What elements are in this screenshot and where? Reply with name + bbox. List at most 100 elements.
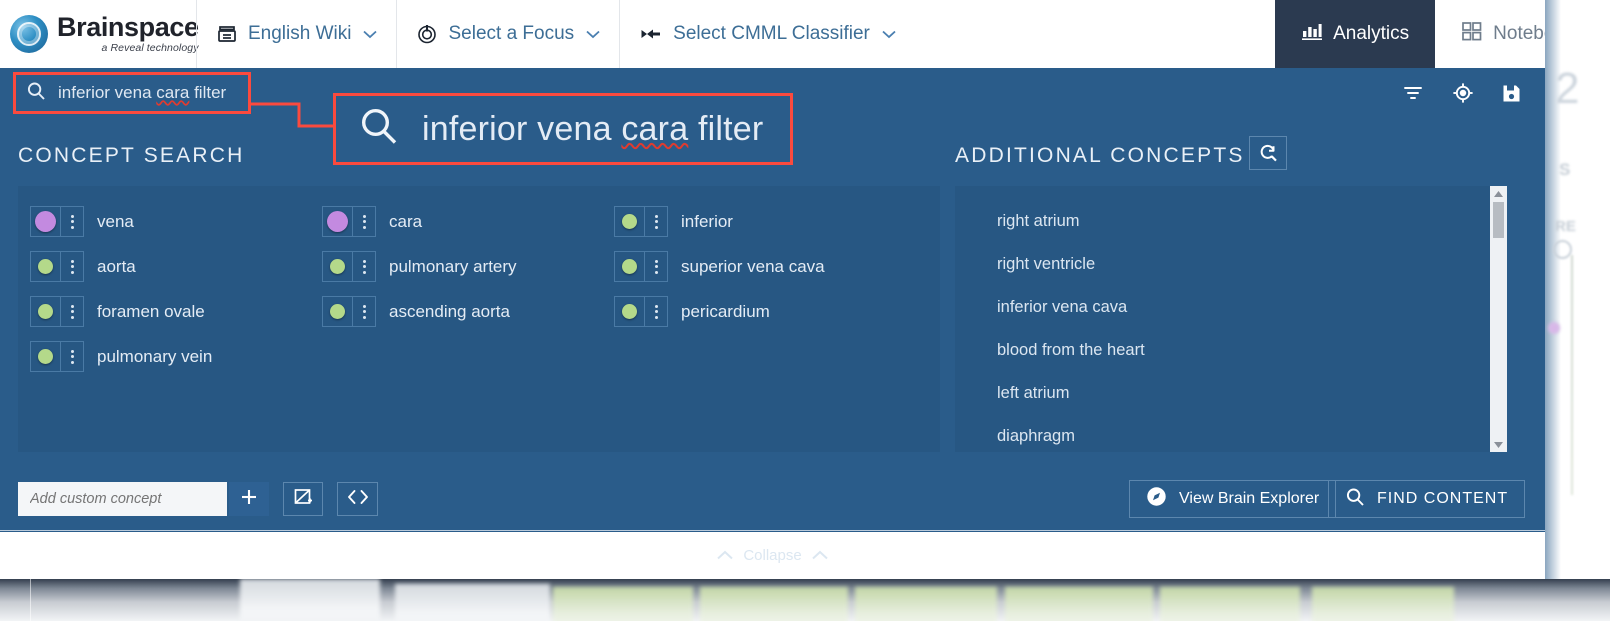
concept-menu-icon[interactable] xyxy=(353,214,375,229)
find-content-button[interactable]: FIND CONTENT xyxy=(1328,480,1526,518)
concept-menu-icon[interactable] xyxy=(645,304,667,319)
concept-menu-icon[interactable] xyxy=(61,349,83,364)
strip-bar xyxy=(1312,587,1454,621)
nav-dataset-label: English Wiki xyxy=(248,23,352,44)
concept-chip-control[interactable] xyxy=(30,341,84,372)
concept-chip-control[interactable] xyxy=(614,296,668,327)
callout-text-part2: filter xyxy=(688,109,764,148)
tab-analytics-label: Analytics xyxy=(1333,23,1410,44)
concept-chip[interactable]: aorta xyxy=(30,251,322,282)
concept-chip-grid: vena cara inferior aorta pulmonary arter… xyxy=(18,186,940,372)
right-panel-circle-marker xyxy=(1553,240,1572,259)
list-item[interactable]: right ventricle xyxy=(997,243,1507,286)
strip-divider xyxy=(30,579,31,621)
concept-menu-icon[interactable] xyxy=(61,214,83,229)
concept-color-dot-cell[interactable] xyxy=(31,211,60,232)
concept-color-dot-cell[interactable] xyxy=(615,214,644,229)
search-value-part2: filter xyxy=(189,83,227,102)
concept-chip-control[interactable] xyxy=(322,296,376,327)
concept-color-dot xyxy=(327,211,348,232)
concept-color-dot-cell[interactable] xyxy=(31,259,60,274)
list-item[interactable]: blood from the heart xyxy=(997,329,1507,372)
concept-chip[interactable]: foramen ovale xyxy=(30,296,322,327)
strip-card xyxy=(240,579,380,621)
concept-menu-icon[interactable] xyxy=(645,259,667,274)
concept-chip-control[interactable] xyxy=(30,251,84,282)
brand-text: Brainspace a Reveal technology xyxy=(57,14,199,54)
concept-chip[interactable]: superior vena cava xyxy=(614,251,940,282)
search-input-value: inferior vena cara filter xyxy=(58,83,226,103)
image-add-icon xyxy=(293,487,313,512)
concept-chip[interactable]: cara xyxy=(322,206,614,237)
concept-color-dot-cell[interactable] xyxy=(615,259,644,274)
concept-chip-label: pulmonary artery xyxy=(389,256,517,276)
list-item[interactable]: diaphragm xyxy=(997,415,1507,458)
concept-color-dot-cell[interactable] xyxy=(615,304,644,319)
strip-bar xyxy=(1160,587,1300,621)
search-input[interactable]: inferior vena cara filter xyxy=(18,76,236,110)
grid-squares-icon xyxy=(1461,20,1483,48)
add-custom-concept-input[interactable] xyxy=(18,482,227,516)
concept-color-dot-cell[interactable] xyxy=(31,304,60,319)
concept-chip[interactable]: vena xyxy=(30,206,322,237)
concept-chip-label: superior vena cava xyxy=(681,256,825,276)
concept-chip-control[interactable] xyxy=(322,206,376,237)
concept-chip[interactable]: pulmonary vein xyxy=(30,341,322,372)
concept-chip-label: vena xyxy=(97,211,134,231)
refresh-search-icon[interactable] xyxy=(1249,136,1287,170)
code-brackets-icon xyxy=(347,489,369,510)
view-brain-explorer-button[interactable]: View Brain Explorer xyxy=(1129,480,1337,518)
search-icon xyxy=(1345,487,1365,512)
list-item[interactable]: right atrium xyxy=(997,200,1507,243)
concept-color-dot xyxy=(330,304,345,319)
tab-analytics[interactable]: Analytics xyxy=(1275,0,1436,68)
save-icon[interactable] xyxy=(1502,84,1521,103)
collapse-button[interactable]: Collapse xyxy=(0,531,1545,579)
concept-chip[interactable]: pulmonary artery xyxy=(322,251,614,282)
focus-target-icon xyxy=(416,23,438,45)
add-concept-button[interactable] xyxy=(229,482,269,516)
nav-focus-selector[interactable]: Select a Focus xyxy=(397,0,619,68)
concept-chip-control[interactable] xyxy=(30,296,84,327)
concept-color-dot xyxy=(330,259,345,274)
nav-cmml-classifier-selector[interactable]: Select CMML Classifier xyxy=(620,0,915,68)
concept-menu-icon[interactable] xyxy=(353,304,375,319)
additional-concepts-list: right atrium right ventricle inferior ve… xyxy=(955,186,1507,452)
concept-chip[interactable]: pericardium xyxy=(614,296,940,327)
concept-chip-control[interactable] xyxy=(614,251,668,282)
concept-color-dot-cell[interactable] xyxy=(323,304,352,319)
concept-chip-control[interactable] xyxy=(322,251,376,282)
filter-icon[interactable] xyxy=(1402,84,1424,102)
focus-target-icon[interactable] xyxy=(1452,82,1474,104)
image-concept-button[interactable] xyxy=(283,482,323,516)
code-view-button[interactable] xyxy=(337,482,378,516)
additional-concepts-items: right atrium right ventricle inferior ve… xyxy=(955,186,1507,458)
concept-chip[interactable]: inferior xyxy=(614,206,940,237)
classifier-icon xyxy=(639,23,663,45)
concept-chip-label: foramen ovale xyxy=(97,301,205,321)
nav-cmml-label: Select CMML Classifier xyxy=(673,23,870,44)
concept-color-dot-cell[interactable] xyxy=(323,211,352,232)
concept-chip-control[interactable] xyxy=(30,206,84,237)
search-zoom-callout: inferior vena cara filter xyxy=(333,93,793,165)
concept-menu-icon[interactable] xyxy=(61,259,83,274)
concept-menu-icon[interactable] xyxy=(61,304,83,319)
list-item[interactable]: inferior vena cava xyxy=(997,286,1507,329)
concept-chip[interactable]: ascending aorta xyxy=(322,296,614,327)
callout-text: inferior vena cara filter xyxy=(422,110,763,149)
compass-icon xyxy=(1146,486,1167,512)
brand-logo-block[interactable]: Brainspace a Reveal technology xyxy=(0,14,199,54)
nav-dataset-selector[interactable]: English Wiki xyxy=(197,0,396,68)
concept-menu-icon[interactable] xyxy=(645,214,667,229)
concept-color-dot-cell[interactable] xyxy=(31,349,60,364)
additional-concepts-scrollbar[interactable] xyxy=(1490,186,1507,452)
concept-color-dot-cell[interactable] xyxy=(323,259,352,274)
list-item[interactable]: left atrium xyxy=(997,372,1507,415)
scrollbar-thumb[interactable] xyxy=(1493,202,1504,238)
concept-chip-control[interactable] xyxy=(614,206,668,237)
concept-search-list: vena cara inferior aorta pulmonary arter… xyxy=(18,186,940,452)
scroll-down-arrow-icon[interactable] xyxy=(1490,437,1507,452)
concept-menu-icon[interactable] xyxy=(353,259,375,274)
top-navigation-bar: Brainspace a Reveal technology English W… xyxy=(0,0,1610,68)
scroll-up-arrow-icon[interactable] xyxy=(1490,186,1507,201)
